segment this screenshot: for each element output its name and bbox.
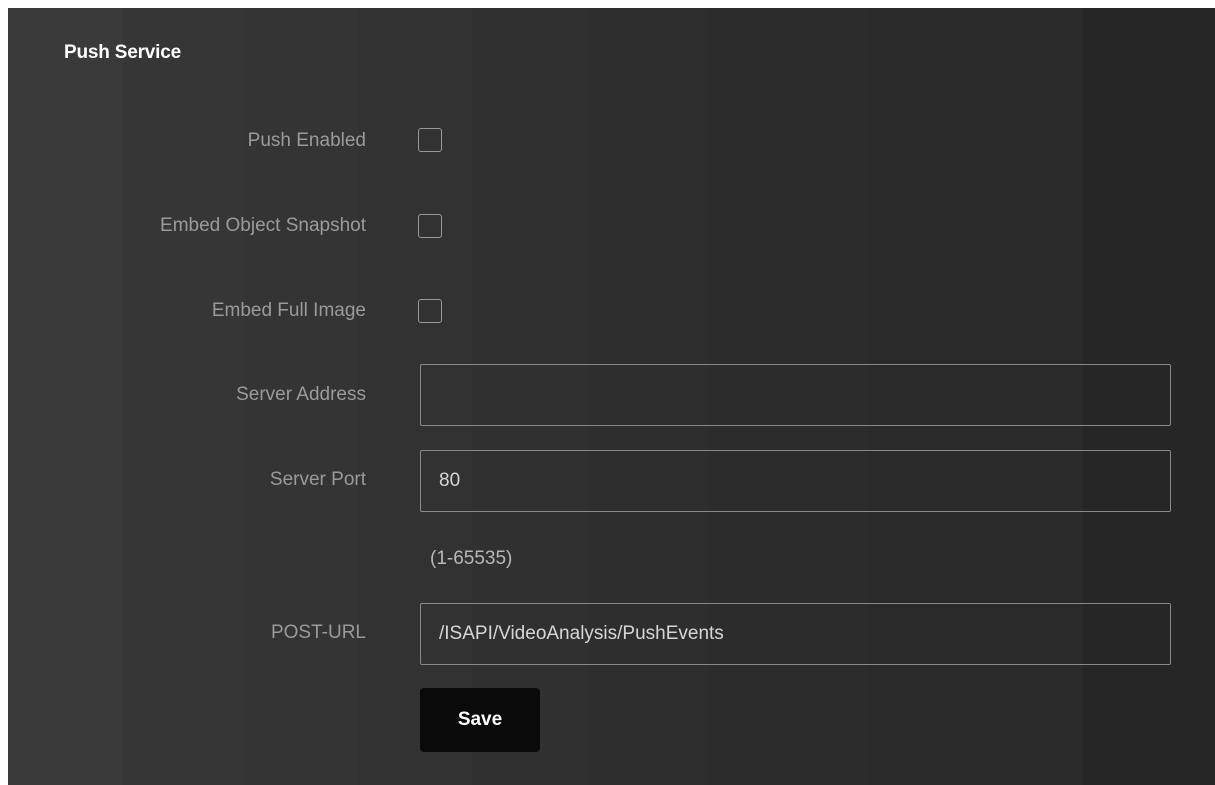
embed-full-image-label: Embed Full Image [211, 300, 366, 321]
push-enabled-label: Push Enabled [247, 130, 366, 151]
embed-object-snapshot-label: Embed Object Snapshot [160, 215, 366, 236]
post-url-label: POST-URL [270, 622, 366, 643]
server-address-input[interactable] [420, 364, 1171, 426]
embed-full-image-checkbox[interactable] [418, 299, 442, 323]
server-port-label: Server Port [269, 469, 366, 490]
section-title: Push Service [64, 42, 181, 63]
server-address-label: Server Address [236, 384, 366, 405]
save-button[interactable]: Save [420, 688, 540, 752]
post-url-input[interactable] [420, 603, 1171, 665]
push-enabled-checkbox[interactable] [418, 128, 442, 152]
embed-object-snapshot-checkbox[interactable] [418, 214, 442, 238]
server-port-input[interactable] [420, 450, 1171, 512]
server-port-range-hint: (1-65535) [430, 548, 513, 569]
push-service-panel: Push Service Push Enabled Embed Object S… [8, 8, 1215, 785]
